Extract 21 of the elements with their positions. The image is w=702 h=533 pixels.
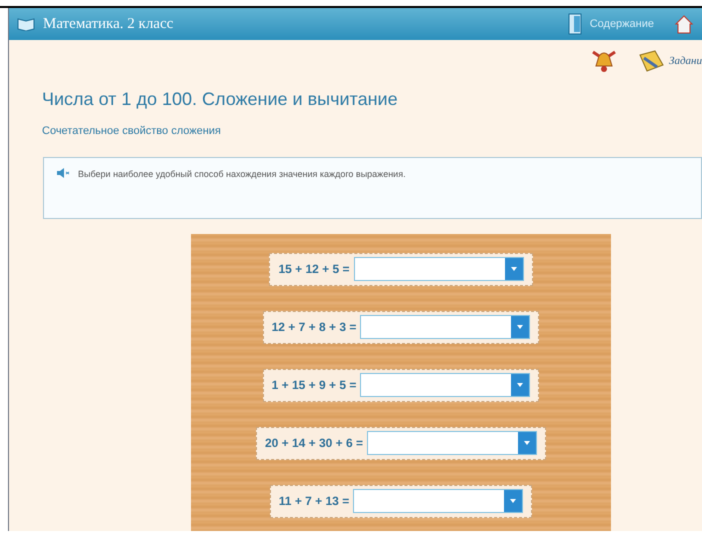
expression-text: 11 + 7 + 13 = bbox=[278, 493, 350, 510]
expression-text: 20 + 14 + 30 + 6 = bbox=[264, 435, 364, 452]
notebook-icon[interactable] bbox=[637, 49, 666, 73]
lesson-subtitle: Сочетательное свойство сложения bbox=[42, 124, 222, 139]
answer-dropdown[interactable] bbox=[353, 489, 524, 513]
expression-text: 15 + 12 + 5 = bbox=[278, 261, 350, 278]
app-title: Математика. 2 класс bbox=[43, 14, 174, 34]
bell-icon[interactable] bbox=[591, 48, 618, 74]
answer-dropdown[interactable] bbox=[367, 431, 538, 455]
instruction-text: Выбери наиболее удобный способ нахождения значения каждого выражения. bbox=[78, 168, 406, 181]
lesson-title: Числа от 1 до 100. Сложение и вычитание bbox=[42, 88, 399, 111]
tasks-link[interactable]: Задани bbox=[669, 52, 702, 70]
book-icon bbox=[17, 17, 35, 31]
expression-text: 1 + 15 + 9 + 5 = bbox=[272, 377, 356, 394]
door-icon[interactable] bbox=[568, 13, 582, 35]
answer-dropdown[interactable] bbox=[360, 315, 530, 339]
home-icon[interactable] bbox=[674, 14, 694, 34]
expression-text: 12 + 7 + 8 + 3 = bbox=[272, 319, 356, 336]
answer-dropdown[interactable] bbox=[360, 373, 530, 397]
speaker-icon[interactable] bbox=[56, 168, 70, 178]
answer-dropdown[interactable] bbox=[354, 257, 524, 281]
